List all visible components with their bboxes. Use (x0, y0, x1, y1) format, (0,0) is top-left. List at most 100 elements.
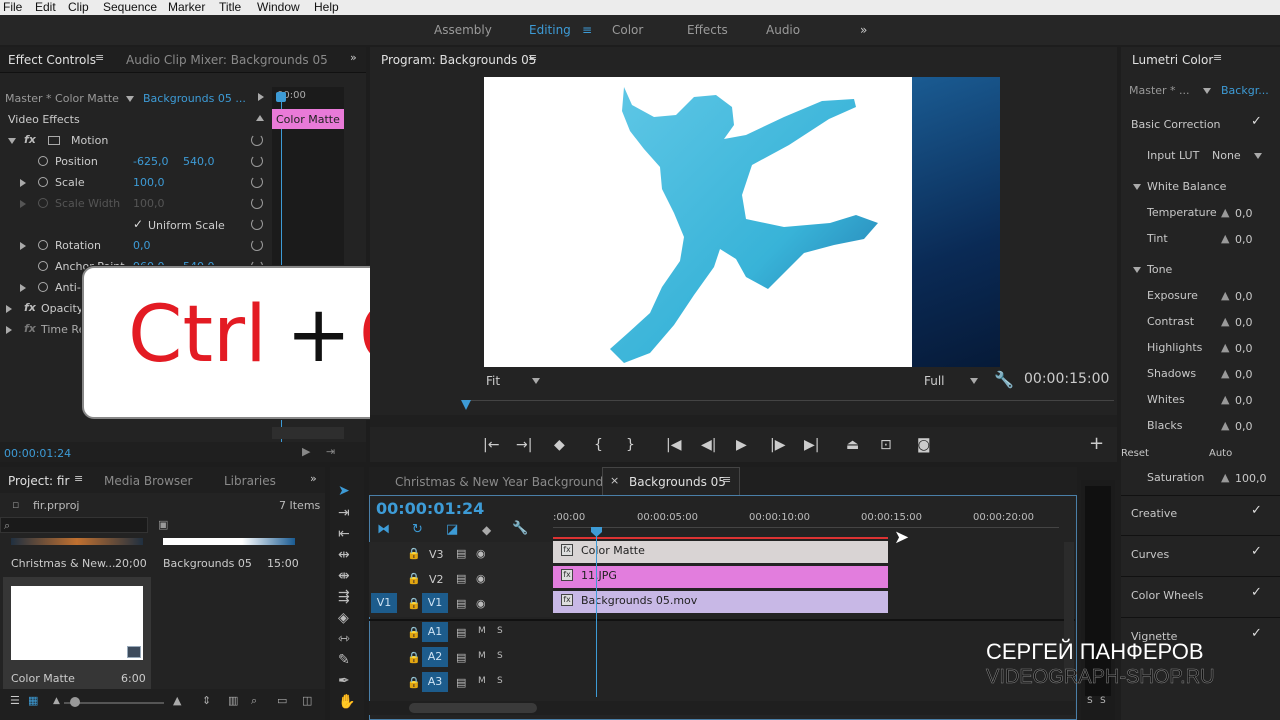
contrast-value[interactable]: 0,0 (1235, 316, 1253, 329)
track-a1-label[interactable]: A1 (422, 622, 448, 642)
automate-icon[interactable]: ▥ (228, 694, 238, 707)
tone-heading[interactable]: Tone (1147, 263, 1172, 276)
scale-width-reset-icon[interactable] (251, 197, 263, 209)
highlights-lock-icon[interactable]: ▲ (1221, 341, 1229, 354)
selection-tool-icon[interactable]: ➤ (338, 483, 350, 499)
v3-sync-icon[interactable]: ▤ (456, 547, 466, 560)
fit-dropdown[interactable]: Fit (486, 374, 500, 388)
menu-sequence[interactable]: Sequence (103, 0, 157, 14)
v3-lock-icon[interactable]: 🔒 (407, 547, 421, 560)
tone-expand-icon[interactable] (1133, 267, 1141, 273)
program-title[interactable]: Program: Backgrounds 05 (381, 53, 536, 67)
temperature-value[interactable]: 0,0 (1235, 207, 1253, 220)
meter-solo-right[interactable]: S (1100, 696, 1106, 706)
saturation-lock-icon[interactable]: ▲ (1221, 471, 1229, 484)
input-lut-dropdown-icon[interactable] (1254, 153, 1262, 159)
blacks-value[interactable]: 0,0 (1235, 420, 1253, 433)
slip-tool-icon[interactable]: ◈ (338, 610, 349, 626)
a1-sync-icon[interactable]: ▤ (456, 626, 466, 639)
v2-eye-icon[interactable]: ◉ (476, 572, 486, 585)
ripple-edit-tool-icon[interactable]: ⇤ (338, 526, 350, 542)
motion-expand-icon[interactable] (8, 138, 16, 144)
v1-sync-icon[interactable]: ▤ (456, 597, 466, 610)
uniform-scale-checkbox[interactable]: ✓ (133, 217, 143, 231)
sort-icon[interactable]: ⇕ (202, 694, 211, 707)
go-to-previous-edit-icon[interactable]: |◀ (666, 437, 681, 453)
lumetri-source-dropdown-icon[interactable] (1203, 88, 1211, 94)
workspace-assembly[interactable]: Assembly (434, 23, 492, 37)
white-balance-heading[interactable]: White Balance (1147, 180, 1226, 193)
clip-11-jpg[interactable]: fx 11.JPG (553, 566, 888, 588)
workspace-menu-icon[interactable]: ≡ (582, 23, 592, 37)
program-video-frame[interactable] (484, 77, 912, 367)
saturation-value[interactable]: 100,0 (1235, 472, 1267, 485)
position-reset-icon[interactable] (251, 155, 263, 167)
bin-thumb-backgrounds[interactable] (163, 538, 295, 545)
play-icon[interactable]: ▶ (736, 437, 747, 453)
tint-value[interactable]: 0,0 (1235, 233, 1253, 246)
curves-heading[interactable]: Curves (1131, 548, 1169, 561)
tab-media-browser[interactable]: Media Browser (104, 474, 192, 488)
a2-lock-icon[interactable]: 🔒 (407, 651, 421, 664)
track-select-tool-icon[interactable]: ⇥ (338, 505, 350, 521)
v2-sync-icon[interactable]: ▤ (456, 572, 466, 585)
scale-expand-icon[interactable] (20, 179, 26, 187)
bin-name-backgrounds[interactable]: Backgrounds 05 (163, 557, 252, 570)
a1-lock-icon[interactable]: 🔒 (407, 626, 421, 639)
clip-backgrounds-mov[interactable]: fx Backgrounds 05.mov (553, 591, 888, 613)
snap-icon[interactable]: ⧓ (377, 522, 390, 537)
thumbnail-zoom-handle[interactable] (70, 697, 80, 707)
zoom-small-icon[interactable]: ▲ (53, 696, 60, 706)
white-balance-expand-icon[interactable] (1133, 184, 1141, 190)
v1-source-patch[interactable]: V1 (371, 593, 397, 613)
program-scrub-bar[interactable] (462, 400, 1114, 401)
ec-play-audio-icon[interactable]: ▶ (302, 445, 310, 458)
step-forward-icon[interactable]: |▶ (770, 437, 785, 453)
antiflicker-stopwatch-icon[interactable] (38, 282, 48, 292)
icon-view-icon[interactable]: ▦ (28, 694, 38, 707)
program-zoom-bar[interactable] (370, 415, 1117, 427)
tab-menu-icon[interactable]: ≡ (95, 51, 104, 64)
list-view-icon[interactable]: ☰ (10, 694, 20, 707)
creative-heading[interactable]: Creative (1131, 507, 1177, 520)
color-wheels-heading[interactable]: Color Wheels (1131, 589, 1203, 602)
go-to-next-edit-icon[interactable]: ▶| (804, 437, 819, 453)
project-menu-icon[interactable]: ≡ (74, 472, 83, 485)
exposure-lock-icon[interactable]: ▲ (1221, 289, 1229, 302)
menu-file[interactable]: File (3, 0, 22, 14)
exposure-value[interactable]: 0,0 (1235, 290, 1253, 303)
mark-in-icon[interactable]: |← (483, 437, 499, 453)
menu-marker[interactable]: Marker (168, 0, 205, 14)
basic-correction-checkbox[interactable]: ✓ (1251, 114, 1262, 129)
temperature-lock-icon[interactable]: ▲ (1221, 206, 1229, 219)
meter-solo-left[interactable]: S (1087, 696, 1093, 706)
quality-dropdown-icon[interactable] (970, 378, 978, 384)
program-menu-icon[interactable]: ≡ (528, 51, 537, 64)
rate-stretch-tool-icon[interactable]: ⇼ (338, 568, 350, 584)
slide-tool-icon[interactable]: ⇿ (338, 631, 350, 647)
track-v1-label[interactable]: V1 (422, 593, 448, 613)
lumetri-target[interactable]: Backgr... (1221, 84, 1269, 97)
workspace-effects[interactable]: Effects (687, 23, 728, 37)
tab-libraries[interactable]: Libraries (224, 474, 276, 488)
uniform-scale-reset-icon[interactable] (251, 218, 263, 230)
color-wheels-checkbox[interactable]: ✓ (1251, 585, 1262, 600)
bin-name-christmas[interactable]: Christmas & New... (11, 557, 116, 570)
ec-export-icon[interactable]: ⇥ (326, 445, 335, 458)
v3-eye-icon[interactable]: ◉ (476, 547, 486, 560)
ec-playhead-handle[interactable] (276, 92, 286, 102)
position-x-value[interactable]: -625,0 (133, 155, 168, 168)
v1-eye-icon[interactable]: ◉ (476, 597, 486, 610)
contrast-lock-icon[interactable]: ▲ (1221, 315, 1229, 328)
tab-project[interactable]: Project: fir (8, 474, 69, 488)
menu-edit[interactable]: Edit (35, 0, 56, 14)
linked-selection-icon[interactable]: ↻ (412, 522, 423, 537)
new-bin-icon[interactable]: ▭ (277, 694, 287, 707)
play-only-icon[interactable] (258, 93, 264, 101)
add-button-icon[interactable]: + (1089, 433, 1104, 454)
rolling-edit-tool-icon[interactable]: ⇹ (338, 547, 350, 563)
a3-sync-icon[interactable]: ▤ (456, 676, 466, 689)
whites-lock-icon[interactable]: ▲ (1221, 393, 1229, 406)
program-playhead[interactable] (461, 400, 471, 410)
wrench-icon[interactable]: 🔧 (994, 370, 1014, 389)
